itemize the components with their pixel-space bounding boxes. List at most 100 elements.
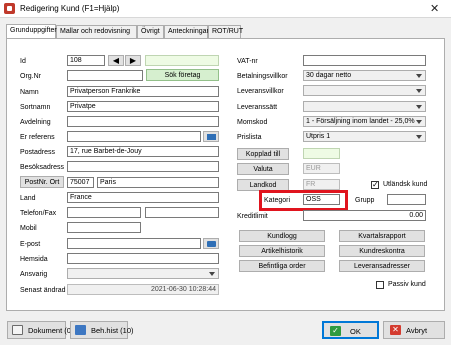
betalningsvillkor-select[interactable]: 30 dagar netto <box>303 70 426 81</box>
artikelhistorik-button[interactable]: Artikelhistorik <box>239 245 325 257</box>
betalningsvillkor-value: 30 dagar netto <box>306 72 352 79</box>
senast-andrad-label: Senast ändrad <box>20 287 66 294</box>
passiv-kund-label: Passiv kund <box>388 281 426 288</box>
hemsida-field[interactable] <box>67 253 219 264</box>
previous-arrow-icon[interactable]: ◀ <box>108 55 124 66</box>
befintliga-order-button[interactable]: Befintliga order <box>239 260 325 272</box>
momskod-value: 1 - Försäljning inom landet - 25,0% <box>306 118 415 125</box>
namn-label: Namn <box>20 89 39 96</box>
utlandsk-kund-label: Utländsk kund <box>383 181 428 188</box>
chevron-down-icon <box>416 105 422 109</box>
orgnr-field[interactable] <box>67 70 143 81</box>
postadress-field[interactable]: 17, rue Barbet-de-Jouy <box>67 146 219 157</box>
id-field[interactable]: 108 <box>67 55 105 66</box>
tab-anteckningar[interactable]: Anteckningar <box>164 25 209 38</box>
avdelning-field[interactable] <box>67 116 219 127</box>
sortnamn-field[interactable]: Privatpe <box>67 101 219 112</box>
tab-ovrigt[interactable]: Övrigt <box>137 25 164 38</box>
prislista-label: Prislista <box>237 134 262 141</box>
dokument-label: Dokument (0) <box>28 326 74 335</box>
avbryt-button[interactable]: ✕ Avbryt <box>383 321 445 339</box>
next-arrow-icon[interactable]: ▶ <box>125 55 141 66</box>
sok-foretag-button[interactable]: Sök företag <box>146 69 219 81</box>
chevron-down-icon <box>416 74 422 78</box>
tab-grunduppgifter[interactable]: Grunduppgifter <box>6 24 57 38</box>
ansvarig-label: Ansvarig <box>20 271 48 278</box>
email-icon[interactable] <box>203 238 219 249</box>
kundreskontra-button[interactable]: Kundreskontra <box>339 245 425 257</box>
mobil-field[interactable] <box>67 222 141 233</box>
tab-mallar-och-redovisning[interactable]: Mallar och redovisning <box>56 25 137 38</box>
cancel-x-icon: ✕ <box>390 325 401 335</box>
kreditlimit-field[interactable]: 0.00 <box>303 210 426 221</box>
landkod-field: FR <box>303 179 340 190</box>
hemsida-label: Hemsida <box>20 256 48 263</box>
kategori-label: Kategori <box>264 197 291 204</box>
er-referens-field[interactable] <box>67 131 201 142</box>
window-title: Redigering Kund (F1=Hjälp) <box>20 4 120 13</box>
ok-button[interactable]: ✓ OK <box>322 321 379 339</box>
avbryt-label: Avbryt <box>406 326 428 335</box>
kundlogg-button[interactable]: Kundlogg <box>239 230 325 242</box>
checkmark-icon: ✓ <box>330 326 341 336</box>
grupp-label: Grupp <box>355 197 375 204</box>
valuta-field: EUR <box>303 163 340 174</box>
telefon-fax-label: Telefon/Fax <box>20 210 57 217</box>
app-icon <box>4 3 15 14</box>
postadress-label: Postadress <box>20 149 56 156</box>
chevron-down-icon <box>416 120 422 124</box>
dokument-button[interactable]: Dokument (0) <box>7 321 73 339</box>
land-field[interactable]: France <box>67 192 219 203</box>
tab-rot-rut[interactable]: ROT/RUT <box>208 25 243 38</box>
document-icon <box>12 325 23 335</box>
beh-hist-button[interactable]: Beh.hist (10) <box>70 321 134 339</box>
ort-field[interactable]: Paris <box>97 177 219 188</box>
betalningsvillkor-label: Betalningsvillkor <box>237 73 288 80</box>
vatnr-label: VAT-nr <box>237 58 258 65</box>
leveransvillkor-select[interactable] <box>303 85 426 96</box>
kvartalsrapport-button[interactable]: Kvartalsrapport <box>339 230 425 242</box>
valuta-button[interactable]: Valuta <box>237 163 289 175</box>
land-label: Land <box>20 195 36 202</box>
momskod-select[interactable]: 1 - Försäljning inom landet - 25,0% <box>303 116 426 127</box>
momskod-label: Momskod <box>237 119 268 126</box>
ansvarig-select[interactable] <box>67 268 219 279</box>
besoksadress-label: Besöksadress <box>20 164 64 171</box>
leveransvillkor-label: Leveransvillkor <box>237 88 284 95</box>
chevron-down-icon <box>416 135 422 139</box>
grupp-field[interactable] <box>387 194 426 205</box>
epost-label: E-post <box>20 241 41 248</box>
leveransadresser-button[interactable]: Leveransadresser <box>339 260 425 272</box>
namn-field[interactable]: Privatperson Frankrike <box>67 86 219 97</box>
passiv-kund-checkbox[interactable] <box>376 281 384 289</box>
postnr-field[interactable]: 75007 <box>67 177 94 188</box>
kopplad-till-field <box>303 148 340 159</box>
beh-hist-label: Beh.hist (10) <box>91 326 134 335</box>
orgnr-label: Org.Nr <box>20 73 41 80</box>
fax-field[interactable] <box>145 207 219 218</box>
besoksadress-field[interactable] <box>67 161 219 172</box>
postnr-ort-button[interactable]: PostNr. Ort <box>20 176 64 188</box>
close-icon[interactable]: ✕ <box>430 2 439 15</box>
vatnr-field[interactable] <box>303 55 426 66</box>
senast-andrad-value: 2021-06-30 10:28:44 <box>67 284 219 295</box>
chevron-down-icon <box>416 89 422 93</box>
ok-label: OK <box>350 327 361 336</box>
id-status-field <box>145 55 219 66</box>
epost-field[interactable] <box>67 238 201 249</box>
contact-card-icon[interactable] <box>203 131 219 142</box>
er-referens-label: Er referens <box>20 134 55 141</box>
mobil-label: Mobil <box>20 225 37 232</box>
telefon-field[interactable] <box>67 207 141 218</box>
utlandsk-kund-checkbox[interactable] <box>371 180 379 189</box>
leveranssatt-select[interactable] <box>303 101 426 112</box>
leveranssatt-label: Leveranssätt <box>237 104 278 111</box>
avdelning-label: Avdelning <box>20 119 51 126</box>
title-bar: Redigering Kund (F1=Hjälp) ✕ <box>0 0 451 18</box>
prislista-select[interactable]: Utpris 1 <box>303 131 426 142</box>
sortnamn-label: Sortnamn <box>20 104 51 111</box>
kategori-field[interactable]: OSS <box>303 194 340 205</box>
kopplad-till-button[interactable]: Kopplad till <box>237 148 289 160</box>
prislista-value: Utpris 1 <box>306 133 331 140</box>
kreditlimit-label: Kreditlimit <box>237 213 268 220</box>
